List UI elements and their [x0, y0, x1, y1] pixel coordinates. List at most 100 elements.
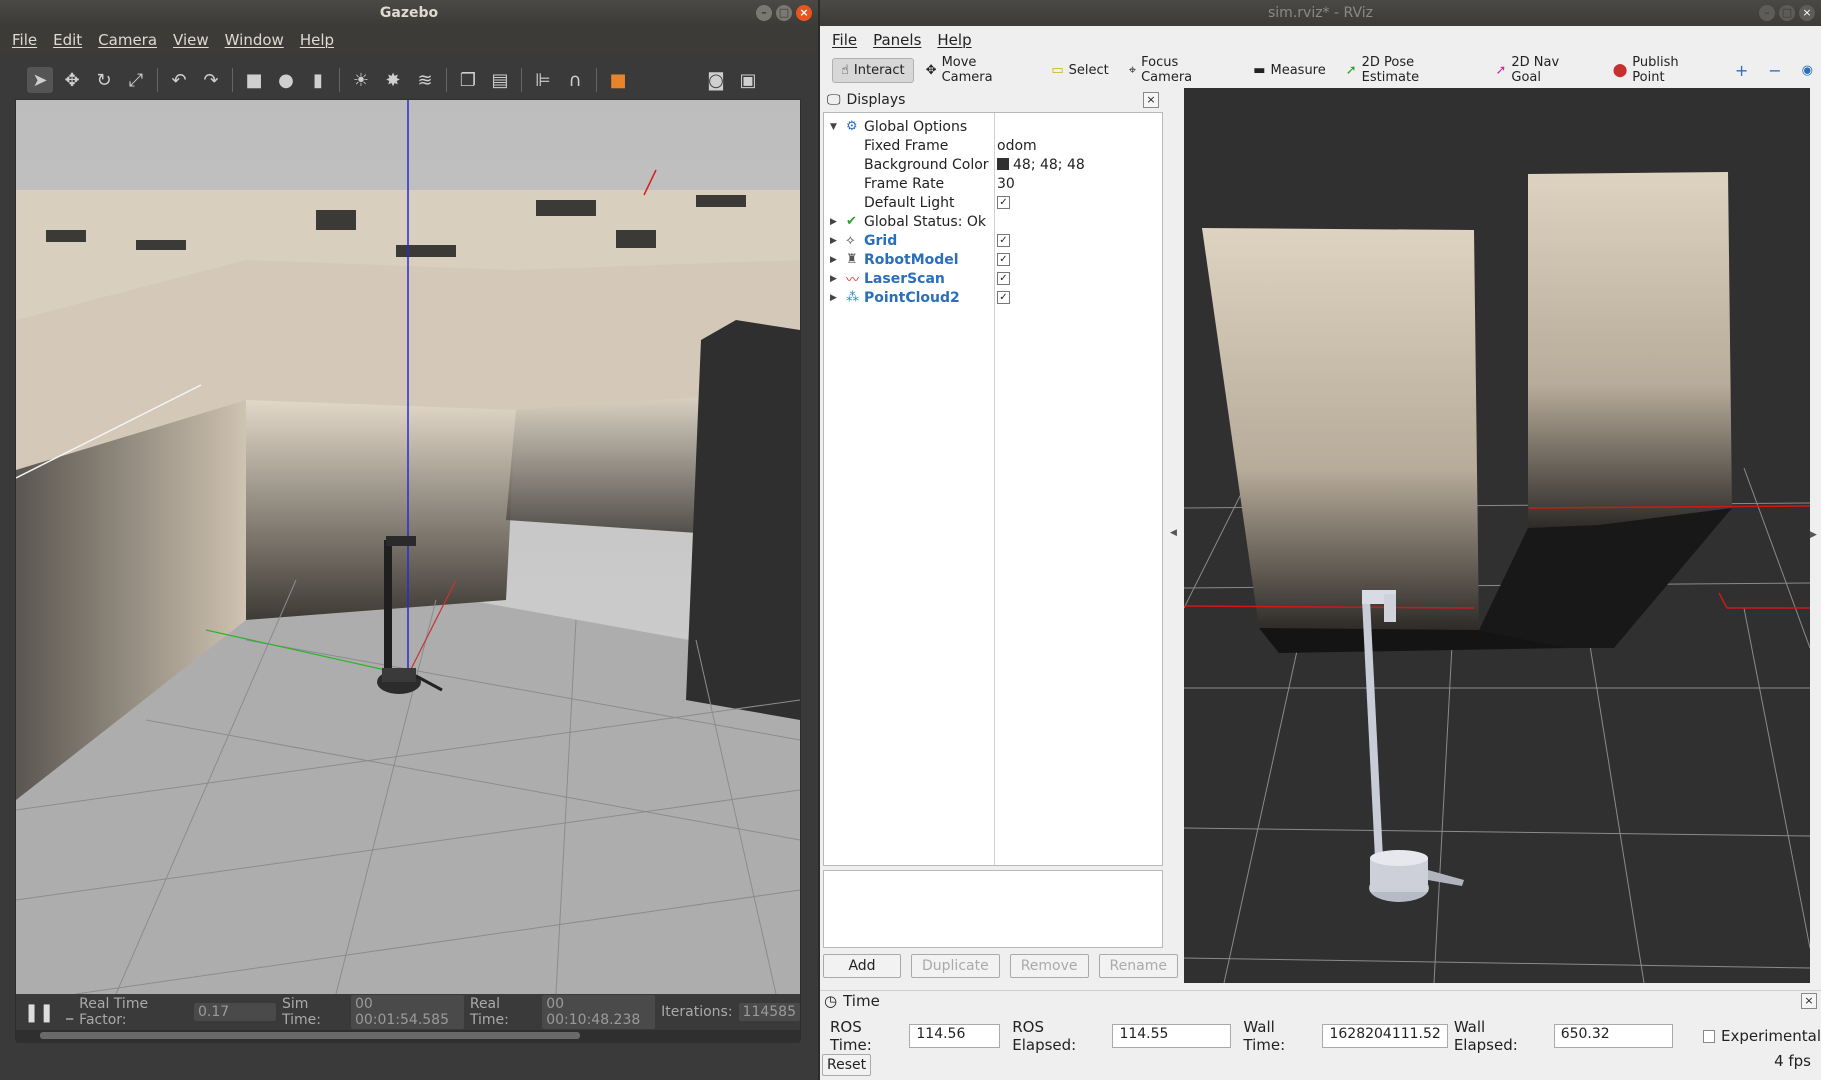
gazebo-horizontal-scrollbar[interactable] [40, 1032, 580, 1039]
wall-time-label: Wall Time: [1243, 1018, 1286, 1054]
collapse-left-icon[interactable]: ◀ [1170, 528, 1177, 538]
tree-row-global-status[interactable]: ▶ ✔ Global Status: Ok [824, 212, 1162, 231]
measure-tool-button[interactable]: ▬ Measure [1245, 59, 1334, 82]
wall-elapsed-field[interactable]: 650.32 [1553, 1024, 1673, 1048]
pointcloud-icon: ⁂ [846, 290, 859, 305]
default-light-checkbox[interactable]: ✓ [997, 196, 1010, 209]
rtf-value: 0.17 [194, 1003, 276, 1021]
fixed-frame-value[interactable]: odom [997, 138, 1037, 154]
robotmodel-checkbox[interactable]: ✓ [997, 253, 1010, 266]
move-camera-tool-button[interactable]: ✥ Move Camera [918, 51, 1040, 89]
pause-button[interactable]: ❚❚ [24, 1002, 54, 1023]
background-color-value[interactable]: 48; 48; 48 [997, 157, 1085, 173]
panel-splitter[interactable]: ◀ [1167, 88, 1181, 983]
reset-button[interactable]: Reset [822, 1054, 872, 1076]
time-close-button[interactable]: × [1801, 993, 1817, 1009]
tree-row-grid[interactable]: ▶ ⟡ Grid ✓ [824, 231, 1162, 250]
gazebo-toolbar: ➤ ✥ ↻ ⤢ ↶ ↷ ■ ● ▮ ☀ ✸ ≋ ❐ ▤ ⊫ ∩ ■ ◙ ▣ [15, 61, 801, 99]
cylinder-shape-icon[interactable]: ▮ [305, 67, 331, 93]
scale-mode-icon[interactable]: ⤢ [123, 67, 149, 93]
menu-file[interactable]: File [4, 31, 45, 49]
expand-right-icon[interactable]: ▶ [830, 217, 837, 227]
screenshot-icon[interactable]: ◙ [703, 67, 729, 93]
sphere-shape-icon[interactable]: ● [273, 67, 299, 93]
ruler-icon: ▬ [1253, 62, 1266, 78]
minimize-button[interactable]: – [1759, 5, 1775, 21]
tree-row-global-options[interactable]: ▼ ⚙ Global Options [824, 117, 1162, 136]
ros-time-field[interactable]: 114.56 [909, 1024, 1001, 1048]
expand-right-icon[interactable]: ▶ [830, 255, 837, 265]
publish-point-tool-button[interactable]: ⬤ Publish Point [1605, 51, 1723, 89]
maximize-button[interactable]: □ [776, 5, 792, 21]
snap-icon[interactable]: ∩ [562, 67, 588, 93]
view-angle-icon[interactable]: ■ [605, 67, 631, 93]
menu-panels[interactable]: Panels [865, 31, 929, 49]
rotate-mode-icon[interactable]: ↻ [91, 67, 117, 93]
minimize-button[interactable]: – [756, 5, 772, 21]
nav-goal-tool-button[interactable]: ➚ 2D Nav Goal [1487, 51, 1600, 89]
grid-checkbox[interactable]: ✓ [997, 234, 1010, 247]
eye-icon[interactable]: ◉ [1794, 59, 1821, 82]
wall-time-field[interactable]: 1628204111.52 [1322, 1024, 1448, 1048]
select-mode-icon[interactable]: ➤ [27, 67, 53, 93]
collapse-right-icon[interactable]: ▶ [1810, 530, 1817, 540]
sim-time-label: Sim Time: [281, 996, 321, 1028]
tree-row-robotmodel[interactable]: ▶ ♜ RobotModel ✓ [824, 250, 1162, 269]
real-time-value: 00 00:10:48.238 [542, 995, 656, 1029]
select-tool-button[interactable]: ▭ Select [1043, 59, 1116, 82]
gear-icon: ⚙ [846, 119, 858, 134]
grid-icon: ⟡ [846, 233, 855, 248]
menu-camera[interactable]: Camera [90, 31, 165, 49]
step-icon[interactable]: _ [66, 1004, 73, 1020]
translate-mode-icon[interactable]: ✥ [59, 67, 85, 93]
remove-button[interactable]: Remove [1009, 954, 1089, 978]
undo-icon[interactable]: ↶ [166, 67, 192, 93]
nav-goal-label: 2D Nav Goal [1511, 55, 1560, 85]
robot-icon: ♜ [846, 252, 858, 267]
tree-row-laserscan[interactable]: ▶ 〰 LaserScan ✓ [824, 269, 1162, 288]
tree-row-background-color[interactable]: Background Color 48; 48; 48 [824, 155, 1162, 174]
directional-light-icon[interactable]: ≋ [412, 67, 438, 93]
menu-help[interactable]: Help [292, 31, 342, 49]
point-light-icon[interactable]: ☀ [348, 67, 374, 93]
ros-elapsed-field[interactable]: 114.55 [1112, 1024, 1232, 1048]
displays-close-button[interactable]: × [1143, 92, 1159, 108]
close-button[interactable]: × [796, 5, 812, 21]
focus-camera-tool-button[interactable]: ⌖ Focus Camera [1121, 51, 1241, 89]
remove-tool-button[interactable]: − [1760, 57, 1789, 84]
log-icon[interactable]: ▣ [735, 67, 761, 93]
laserscan-checkbox[interactable]: ✓ [997, 272, 1010, 285]
pointcloud2-checkbox[interactable]: ✓ [997, 291, 1010, 304]
box-shape-icon[interactable]: ■ [241, 67, 267, 93]
frame-rate-value[interactable]: 30 [997, 176, 1015, 192]
menu-edit[interactable]: Edit [45, 31, 90, 49]
time-header: ◷ Time × [820, 990, 1821, 1010]
tree-row-frame-rate[interactable]: Frame Rate 30 [824, 174, 1162, 193]
menu-window[interactable]: Window [217, 31, 292, 49]
pose-estimate-tool-button[interactable]: ➚ 2D Pose Estimate [1338, 51, 1484, 89]
tree-row-fixed-frame[interactable]: Fixed Frame odom [824, 136, 1162, 155]
interact-tool-button[interactable]: ☝ Interact [832, 57, 914, 83]
add-button[interactable]: Add [823, 954, 901, 978]
expand-right-icon[interactable]: ▶ [830, 236, 837, 246]
gazebo-3d-scene[interactable] [16, 100, 800, 994]
add-tool-button[interactable]: + [1727, 57, 1756, 84]
rviz-3d-view[interactable] [1184, 88, 1810, 983]
expand-down-icon[interactable]: ▼ [830, 122, 837, 132]
paste-icon[interactable]: ▤ [487, 67, 513, 93]
spot-light-icon[interactable]: ✸ [380, 67, 406, 93]
close-button[interactable]: × [1799, 5, 1815, 21]
menu-file[interactable]: File [824, 31, 865, 49]
duplicate-button[interactable]: Duplicate [911, 954, 1000, 978]
align-icon[interactable]: ⊫ [530, 67, 556, 93]
tree-row-pointcloud2[interactable]: ▶ ⁂ PointCloud2 ✓ [824, 288, 1162, 307]
expand-right-icon[interactable]: ▶ [830, 293, 837, 303]
experimental-checkbox[interactable] [1702, 1029, 1715, 1043]
copy-icon[interactable]: ❐ [455, 67, 481, 93]
maximize-button[interactable]: □ [1779, 5, 1795, 21]
menu-help[interactable]: Help [929, 31, 979, 49]
menu-view[interactable]: View [165, 31, 217, 49]
tree-row-default-light[interactable]: Default Light ✓ [824, 193, 1162, 212]
redo-icon[interactable]: ↷ [198, 67, 224, 93]
expand-right-icon[interactable]: ▶ [830, 274, 837, 284]
